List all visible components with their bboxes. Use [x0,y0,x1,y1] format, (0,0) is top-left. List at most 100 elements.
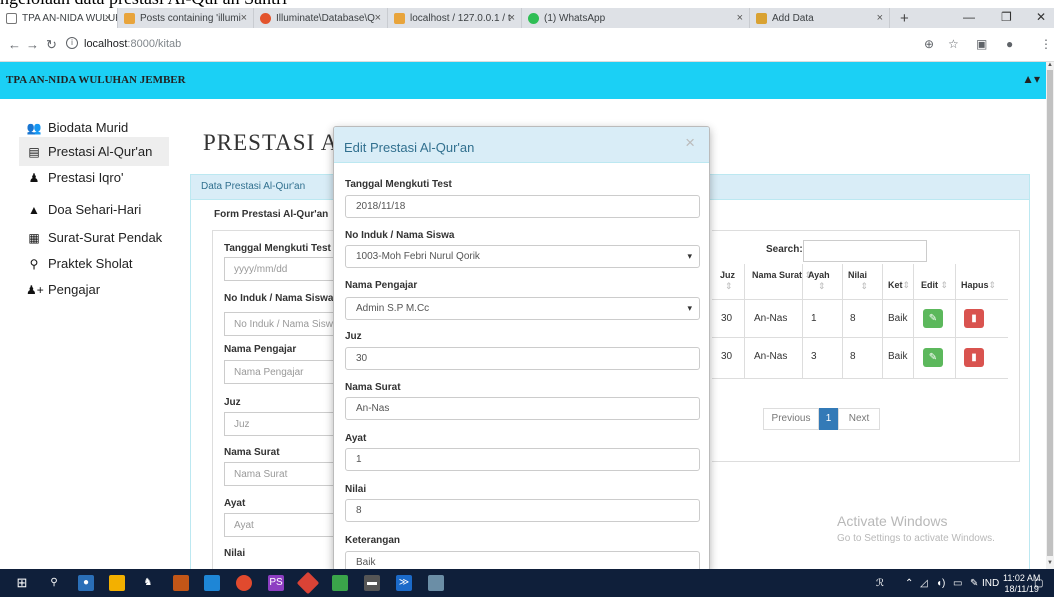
pagination-page-1[interactable]: 1 [819,408,838,430]
forward-icon[interactable]: → [26,37,39,52]
pagination-next[interactable]: Next [838,408,880,430]
back-icon[interactable]: ← [8,37,21,52]
notifications-icon[interactable]: ▢ [1034,578,1043,589]
windows-start-icon[interactable]: ⊞ [14,575,30,591]
sidebar-item-pengajar[interactable]: ♟+ Pengajar [19,275,169,304]
taskbar: ⊞ ⚲ ● ♞ PS ▬ ≫ ℛ ⌃ ◿ ◖) ▭ ✎ IND 11:02 AM… [0,569,1054,597]
app-icon[interactable] [109,575,125,591]
zoom-icon[interactable]: ⊕ [924,37,934,51]
sidebar-item-sholat[interactable]: ⚲ Praktek Sholat [19,249,169,278]
col-header-edit[interactable]: Edit ⇕ [921,280,948,291]
surat-input[interactable]: Nama Surat [224,462,342,486]
cell-nilai: 8 [850,313,856,324]
scroll-down-icon[interactable]: ▼ [1047,560,1053,566]
search-icon[interactable]: ⚲ [46,575,62,591]
close-icon[interactable]: × [509,12,515,24]
col-header-hapus[interactable]: Hapus⇕ [961,280,996,291]
modal-title: Edit Prestasi Al-Qur'an [344,140,475,155]
app-icon[interactable] [332,575,348,591]
info-icon[interactable]: i [66,37,78,49]
modal-nilai-input[interactable]: 8 [345,499,700,522]
profile-icon[interactable]: ● [1006,37,1013,51]
new-tab-icon[interactable]: + [900,10,909,27]
tray-chevron-icon[interactable]: ⌃ [905,578,913,589]
col-header-ayah[interactable]: Ayah ⇕ [808,270,830,292]
volume-icon[interactable]: ◖) [936,578,945,589]
user-menu-icon[interactable]: ▲▾ [1022,72,1040,86]
terminal-icon[interactable]: ▬ [364,575,380,591]
maximize-icon[interactable]: ❐ [1001,10,1012,24]
file-explorer-icon[interactable] [204,575,220,591]
app-icon[interactable] [173,575,189,591]
browser-tab-3[interactable]: Illuminate\Database\Q × [254,8,388,28]
modal-siswa-select[interactable]: 1003-Moh Febri Nurul Qorik [345,245,700,268]
extension-icon[interactable]: ▣ [976,37,987,51]
modal-juz-input[interactable]: 30 [345,347,700,370]
siswa-input[interactable]: No Induk / Nama Sisw [224,312,342,336]
pen-icon[interactable]: ✎ [970,578,978,589]
browser-tab-6[interactable]: Add Data × [750,8,890,28]
app-icon[interactable]: ♞ [140,575,156,591]
panel-title: Data Prestasi Al-Qur'an [201,181,306,192]
brand-title[interactable]: TPA AN-NIDA WULUHAN JEMBER [6,74,186,86]
browser-tab-1[interactable]: TPA AN-NIDA WULUH × [0,8,118,28]
modal-tanggal-input[interactable]: 2018/11/18 [345,195,700,218]
close-icon[interactable]: × [737,12,743,24]
delete-button[interactable]: ▮ [964,348,984,367]
pengajar-input[interactable]: Nama Pengajar [224,360,342,384]
scrollbar-thumb[interactable] [1047,70,1053,556]
close-icon[interactable]: × [877,12,883,24]
browser-tab-4[interactable]: localhost / 127.0.0.1 / t × [388,8,522,28]
reload-icon[interactable]: ↻ [46,37,57,53]
sidebar-item-prestasi-quran[interactable]: ▤ Prestasi Al-Qur'an [19,137,169,166]
form-label-pengajar: Nama Pengajar [224,344,297,355]
app-icon[interactable] [428,575,444,591]
form-label-nilai: Nilai [224,548,246,559]
page-scrollbar[interactable]: ▲ ▼ [1046,62,1054,569]
tanggal-input[interactable]: yyyy/mm/dd [224,257,342,281]
sidebar-item-doa[interactable]: ▲ Doa Sehari-Hari [19,195,169,224]
edit-button[interactable]: ✎ [923,348,943,367]
browser-tab-2[interactable]: Posts containing 'illumi × [118,8,254,28]
close-icon[interactable]: × [105,12,111,24]
url-field[interactable]: localhost:8000/kitab [84,38,181,50]
delete-button[interactable]: ▮ [964,309,984,328]
sidebar-item-surat[interactable]: ▦ Surat-Surat Pendak [19,223,169,252]
modal-surat-input[interactable]: An-Nas [345,397,700,420]
modal-label-nilai: Nilai [345,484,367,495]
scroll-up-icon[interactable]: ▲ [1047,62,1053,68]
close-icon[interactable]: × [241,12,247,24]
pagination-previous[interactable]: Previous [763,408,819,430]
network-icon[interactable]: ◿ [920,578,928,589]
battery-icon[interactable]: ▭ [953,578,962,589]
language-indicator[interactable]: IND [982,578,999,589]
browser-tab-5[interactable]: (1) WhatsApp × [522,8,750,28]
modal-pengajar-select[interactable]: Admin S.P M.Cc [345,297,700,320]
modal-close-icon[interactable]: × [685,133,695,153]
col-header-surat[interactable]: Nama Surat ⇕ [752,270,812,281]
form-label-juz: Juz [224,397,241,408]
chrome-icon[interactable] [236,575,252,591]
minimize-icon[interactable]: — [963,10,975,24]
menu-icon[interactable]: ⋮ [1040,37,1052,51]
col-header-nilai[interactable]: Nilai ⇕ [848,270,868,292]
app-icon[interactable]: ● [78,575,94,591]
people-icon[interactable]: ℛ [876,578,884,589]
cell-surat: An-Nas [754,313,788,324]
phpstorm-icon[interactable]: PS [268,575,284,591]
search-input[interactable] [803,240,927,262]
git-icon[interactable] [296,571,320,595]
close-icon[interactable]: × [375,12,381,24]
cell-ket: Baik [888,351,908,362]
window-close-icon[interactable]: ✕ [1036,10,1046,24]
modal-ayat-input[interactable]: 1 [345,448,700,471]
sidebar-item-prestasi-iqro[interactable]: ♟ Prestasi Iqro' [19,163,169,192]
vscode-icon[interactable]: ≫ [396,575,412,591]
col-header-ket[interactable]: Ket⇕ [888,280,910,291]
col-header-juz[interactable]: Juz ⇕ [720,270,735,292]
star-icon[interactable]: ☆ [948,37,959,51]
modal-keterangan-input[interactable]: Baik [345,551,700,570]
edit-button[interactable]: ✎ [923,309,943,328]
juz-input[interactable]: Juz [224,412,342,436]
ayat-input[interactable]: Ayat [224,513,342,537]
